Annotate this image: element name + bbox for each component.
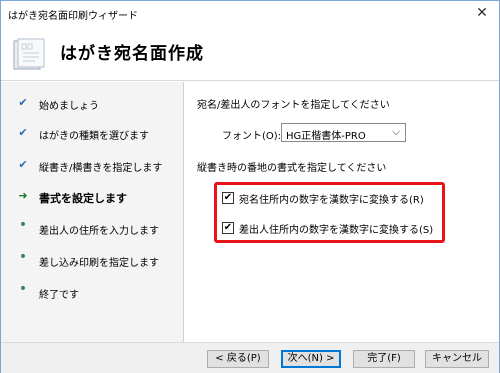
checkbox-label[interactable]: 宛名住所内の数字を漢数字に変換する(R)	[239, 191, 424, 206]
step-orientation: ✔ 縦書き/横書きを指定します	[1, 156, 184, 178]
step-label: 縦書き/横書きを指定します	[39, 163, 163, 174]
font-label: フォント(O):	[222, 131, 282, 142]
wizard-window: はがき宛名面印刷ウィザード ✕ はがき宛名面作成 ✔ 始めましょう ✔ はがきの…	[0, 0, 500, 373]
step-label: 始めましょう	[39, 101, 99, 112]
back-button[interactable]: < 戻る(P)	[207, 350, 269, 368]
bullet-icon: •	[18, 281, 28, 297]
step-format: ➜ 書式を設定します	[1, 187, 184, 209]
step-card-type: ✔ はがきの種類を選びます	[1, 124, 184, 146]
font-section-heading: 宛名/差出人のフォントを指定してください	[197, 100, 390, 111]
step-label: はがきの種類を選びます	[39, 131, 149, 142]
finish-button[interactable]: 完了(F)	[353, 350, 415, 368]
close-icon[interactable]: ✕	[473, 4, 491, 22]
bullet-icon: •	[18, 217, 28, 233]
chevron-down-icon: ⌵	[392, 127, 400, 138]
check-icon: ✔	[18, 158, 28, 171]
step-label: 差出人の住所を入力します	[39, 226, 159, 237]
wizard-postcard-icon	[13, 38, 45, 70]
font-dropdown[interactable]: HG正楷書体-PRO ⌵	[281, 123, 406, 142]
page-title: はがき宛名面作成	[60, 44, 204, 64]
button-bar: < 戻る(P) 次へ(N) > 完了(F) キャンセル	[1, 342, 499, 373]
checkbox[interactable]: ✔	[222, 192, 234, 204]
number-format-heading: 縦書き時の番地の書式を指定してください	[197, 163, 387, 174]
wizard-steps: ✔ 始めましょう ✔ はがきの種類を選びます ✔ 縦書き/横書きを指定します ➜…	[1, 82, 184, 342]
check-icon: ✔	[18, 96, 28, 109]
checkbox-label[interactable]: 差出人住所内の数字を漢数字に変換する(S)	[239, 221, 433, 236]
step-label: 書式を設定します	[39, 192, 127, 205]
check-icon: ✔	[18, 126, 28, 139]
wizard-header: はがき宛名面作成	[1, 27, 499, 81]
title-bar: はがき宛名面印刷ウィザード ✕	[1, 1, 499, 27]
format-settings-panel: 宛名/差出人のフォントを指定してください フォント(O): HG正楷書体-PRO…	[185, 82, 499, 342]
cancel-button[interactable]: キャンセル	[425, 350, 489, 368]
window-title: はがき宛名面印刷ウィザード	[8, 11, 138, 22]
step-merge: • 差し込み印刷を指定します	[1, 249, 184, 273]
step-start: ✔ 始めましょう	[1, 94, 184, 116]
step-finish: • 終了です	[1, 281, 184, 305]
font-dropdown-value: HG正楷書体-PRO	[286, 131, 366, 142]
step-sender-address: • 差出人の住所を入力します	[1, 217, 184, 241]
arrow-right-icon: ➜	[18, 189, 28, 202]
bullet-icon: •	[18, 249, 28, 265]
step-label: 差し込み印刷を指定します	[39, 258, 159, 269]
step-label: 終了です	[39, 290, 79, 301]
checkbox[interactable]: ✔	[222, 222, 234, 234]
next-button[interactable]: 次へ(N) >	[281, 350, 341, 368]
